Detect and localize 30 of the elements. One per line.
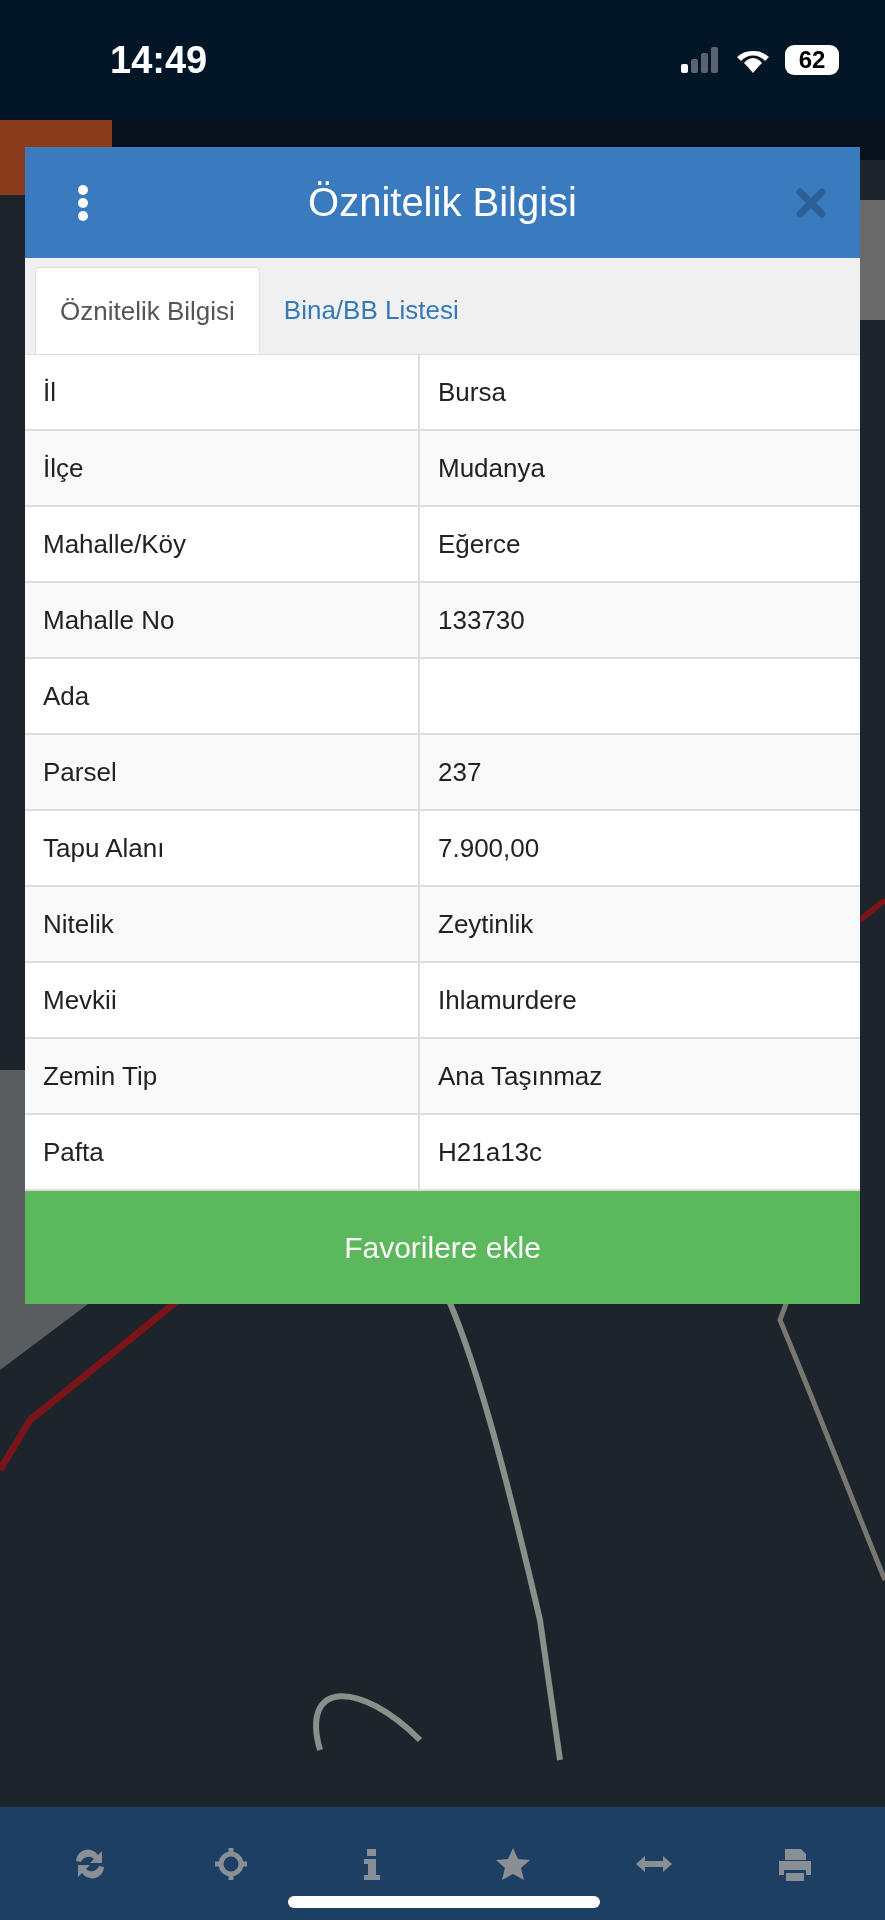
table-cell-text: Mahalle/Köy (42, 527, 188, 561)
table-cell: 237 (418, 735, 860, 809)
table-cell-text: Pafta (42, 1135, 105, 1169)
menu-icon (77, 183, 89, 222)
table-cell-text: İlçe (42, 451, 85, 485)
table-cell-text: Zemin Tip (42, 1059, 159, 1093)
table-cell-text: Tapu Alanı (42, 831, 166, 865)
table-cell-text: Ada (42, 679, 91, 713)
table-cell: 7.900,00 (418, 811, 860, 885)
table-cell-text: Mahalle No (42, 603, 176, 637)
table-cell-text: Nitelik (42, 907, 115, 941)
table-cell: 133730 (418, 583, 860, 657)
close-icon (796, 187, 826, 218)
dialog-title: Öznitelik Bilgisi (308, 180, 577, 225)
signal-icon (681, 47, 721, 73)
table-cell-text: Mevkii (42, 983, 118, 1017)
tab[interactable]: Öznitelik Bilgisi (35, 267, 260, 354)
table-cell: Ana Taşınmaz (418, 1039, 860, 1113)
table-cell: Ihlamurdere (418, 963, 860, 1037)
battery-indicator: 62 (785, 45, 839, 75)
add-favorites-button[interactable]: Favorilere ekle (25, 1191, 860, 1304)
tab[interactable]: Bina/BB Listesi (259, 267, 483, 354)
table-cell: Mudanya (418, 431, 860, 505)
table-cell: Bursa (418, 355, 860, 429)
table-cell: Eğerce (418, 507, 860, 581)
clock-time: 14:49 (110, 38, 208, 82)
table-cell: H21a13c (418, 1115, 860, 1189)
table-cell-text: Parsel (42, 755, 118, 789)
table-cell-text: İl (42, 375, 57, 409)
table-cell: Zeytinlik (418, 887, 860, 961)
